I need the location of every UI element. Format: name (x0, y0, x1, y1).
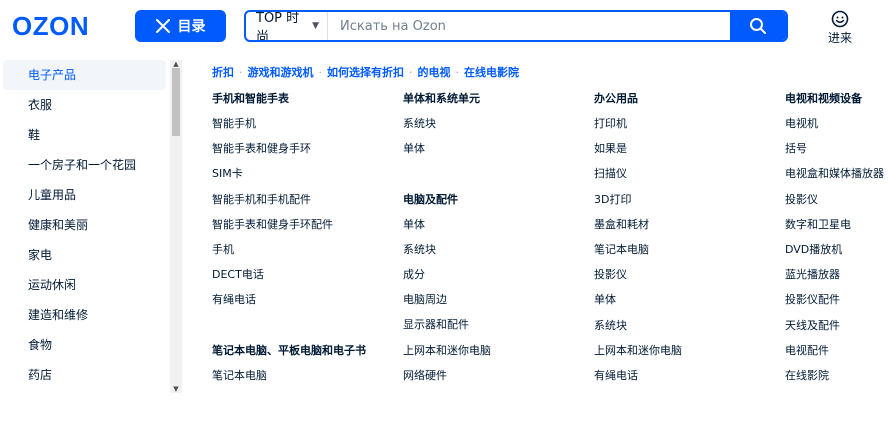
sidebar-item-kids[interactable]: 儿童用品 (0, 180, 166, 210)
category-link[interactable]: 括号 (785, 142, 884, 167)
category-link[interactable]: 单体 (594, 293, 682, 318)
category-link[interactable]: 智能手机 (212, 117, 366, 142)
category-link[interactable]: 智能手表和健身手环配件 (212, 218, 366, 243)
category-link[interactable]: DVD播放机 (785, 243, 884, 268)
scroll-thumb[interactable] (172, 68, 180, 136)
category-link[interactable]: 有绳电话 (594, 369, 682, 394)
login-label: 进来 (827, 31, 852, 45)
sidebar-item-home-garden[interactable]: 一个房子和一个花园 (0, 150, 166, 180)
search-bar: TOP 时尚 ▼ (244, 10, 788, 42)
category-link[interactable]: 单体 (403, 218, 491, 243)
category-link[interactable]: 显示器和配件 (403, 318, 491, 343)
category-link[interactable]: 扫描仪 (594, 167, 682, 192)
category-link[interactable]: 智能手机和手机配件 (212, 193, 366, 218)
category-link[interactable]: 系统块 (403, 243, 491, 268)
search-button[interactable] (730, 12, 786, 40)
tag-link[interactable]: 的电视 (418, 66, 451, 79)
category-link[interactable]: 笔记本电脑 (594, 243, 682, 268)
category-link[interactable]: 在线影院 (785, 369, 884, 394)
group-title[interactable]: 单体和系统单元 (403, 92, 491, 117)
category-link[interactable]: 打印机 (594, 117, 682, 142)
page-bottom-blank (0, 393, 888, 423)
ozon-logo[interactable]: OZON (12, 11, 89, 42)
category-link[interactable]: 成分 (403, 268, 491, 293)
group-title[interactable]: 笔记本电脑、平板电脑和电子书 (212, 344, 366, 369)
group-title[interactable]: 电视和视频设备 (785, 92, 884, 117)
sidebar-item-food[interactable]: 食物 (0, 330, 166, 360)
category-link[interactable]: 电视盒和媒体播放器 (785, 167, 884, 192)
user-face-icon (831, 10, 849, 28)
catalog-content: 折扣 · 游戏和游戏机 · 如何选择有折扣 · 的电视 · 在线电影院 手机和智能手表 智能手机… (183, 52, 888, 393)
category-link[interactable]: 上网本和迷你电脑 (403, 344, 491, 369)
caret-down-icon: ▼ (312, 21, 319, 31)
sidebar-item-health-beauty[interactable]: 健康和美丽 (0, 210, 166, 240)
sidebar-item-construction[interactable]: 建造和维修 (0, 300, 166, 330)
tag-link[interactable]: 游戏和游戏机 (248, 66, 314, 79)
category-column: 单体和系统单元 系统块 单体 电脑及配件 单体 系统块 成分 电脑周边 显示器和… (403, 92, 491, 394)
search-input[interactable] (328, 12, 730, 40)
search-icon (750, 18, 766, 34)
close-icon (155, 19, 170, 33)
tag-link[interactable]: 折扣 (212, 66, 234, 79)
search-category-value: TOP 时尚 (256, 11, 300, 42)
scroll-down-arrow-icon[interactable]: ▼ (172, 385, 180, 393)
category-link[interactable]: 如果是 (594, 142, 682, 167)
category-link[interactable]: DECT电话 (212, 268, 366, 293)
category-link[interactable]: 数字和卫星电 (785, 218, 884, 243)
catalog-label: 目录 (177, 19, 206, 35)
separator-dot: · (455, 66, 460, 79)
group-title[interactable]: 电脑及配件 (403, 193, 491, 218)
category-link[interactable]: 墨盒和耗材 (594, 218, 682, 243)
quick-tags: 折扣 · 游戏和游戏机 · 如何选择有折扣 · 的电视 · 在线电影院 (212, 64, 519, 80)
sidebar-item-clothing[interactable]: 衣服 (0, 90, 166, 120)
separator-dot: · (239, 66, 243, 79)
separator-dot: · (318, 66, 323, 79)
category-link[interactable]: 网络硬件 (403, 369, 491, 394)
sidebar-item-shoes[interactable]: 鞋 (0, 120, 166, 150)
header: OZON 目录 TOP 时尚 ▼ 进来 (0, 0, 888, 52)
category-link[interactable]: 手机 (212, 243, 366, 268)
category-link[interactable]: 蓝光播放器 (785, 268, 884, 293)
category-column: 电视和视频设备 电视机 括号 电视盒和媒体播放器 投影仪 数字和卫星电 DVD播… (785, 92, 884, 394)
group-title[interactable]: 手机和智能手表 (212, 92, 366, 117)
category-link[interactable]: SIM卡 (212, 167, 366, 192)
category-link[interactable]: 系统块 (594, 319, 682, 344)
separator-dot: · (409, 66, 413, 79)
sidebar-item-electronics[interactable]: 电子产品 (3, 60, 166, 90)
login-button[interactable]: 进来 (822, 10, 858, 46)
category-column: 办公用品 打印机 如果是 扫描仪 3D打印 墨盒和耗材 笔记本电脑 投影仪 单体… (594, 92, 682, 394)
category-link[interactable]: 电脑周边 (403, 293, 491, 318)
catalog-button[interactable]: 目录 (135, 10, 226, 42)
sidebar-item-pharmacy[interactable]: 药店 (0, 360, 166, 390)
sidebar-item-appliances[interactable]: 家电 (0, 240, 166, 270)
scroll-up-arrow-icon[interactable]: ▲ (172, 60, 180, 68)
sidebar-item-sports[interactable]: 运动休闲 (0, 270, 166, 300)
category-link[interactable]: 智能手表和健身手环 (212, 142, 366, 167)
category-link[interactable]: 上网本和迷你电脑 (594, 344, 682, 369)
category-link[interactable]: 天线及配件 (785, 319, 884, 344)
sidebar-scrollbar[interactable]: ▲ ▼ (170, 60, 182, 393)
category-link[interactable]: 笔记本电脑 (212, 369, 366, 394)
category-link[interactable]: 电视配件 (785, 344, 884, 369)
category-link[interactable]: 投影仪 (594, 268, 682, 293)
category-link[interactable]: 电视机 (785, 117, 884, 142)
search-category-select[interactable]: TOP 时尚 ▼ (246, 12, 328, 40)
category-link[interactable]: 有绳电话 (212, 293, 366, 318)
category-link[interactable]: 3D打印 (594, 193, 682, 218)
category-link[interactable]: 投影仪 (785, 193, 884, 218)
category-link[interactable]: 单体 (403, 142, 491, 167)
category-column: 手机和智能手表 智能手机 智能手表和健身手环 SIM卡 智能手机和手机配件 智能… (212, 92, 366, 394)
tag-link[interactable]: 在线电影院 (464, 66, 519, 79)
category-link[interactable]: 系统块 (403, 117, 491, 142)
category-sidebar: 电子产品 衣服 鞋 一个房子和一个花园 儿童用品 健康和美丽 家电 运动休闲 建… (0, 60, 183, 393)
group-title[interactable]: 办公用品 (594, 92, 682, 117)
category-link[interactable]: 投影仪配件 (785, 293, 884, 318)
tag-link[interactable]: 如何选择有折扣 (327, 66, 404, 79)
